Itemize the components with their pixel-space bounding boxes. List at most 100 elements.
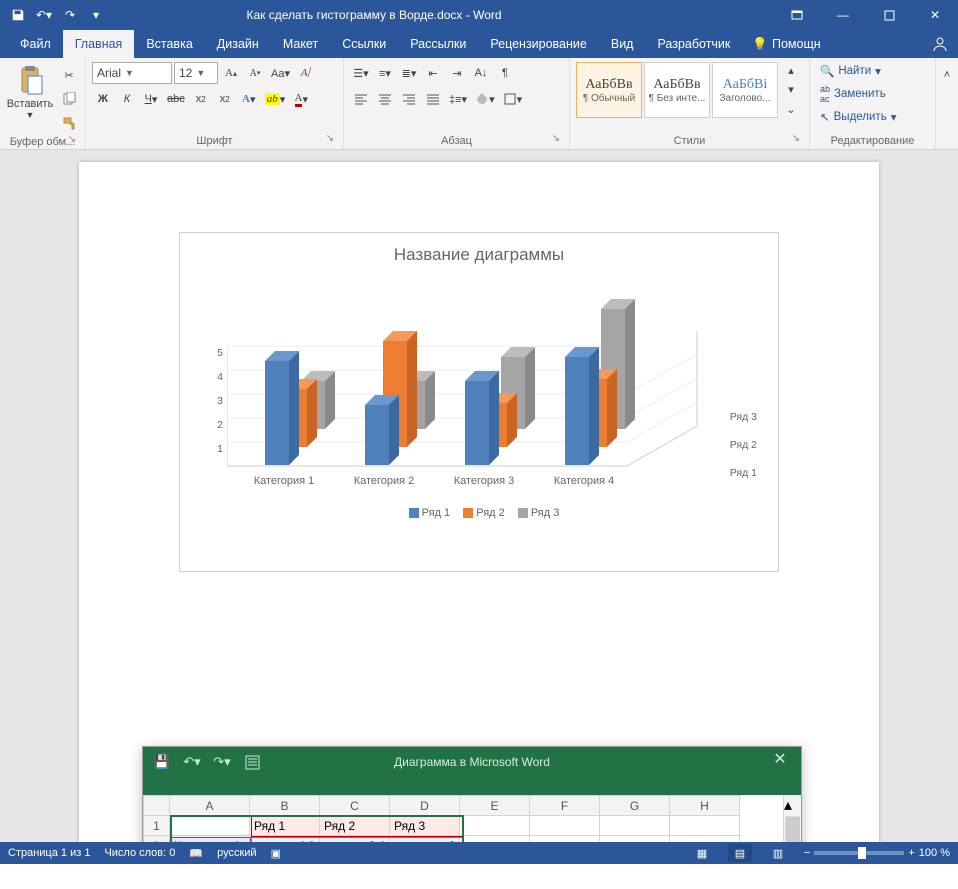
style-normal[interactable]: АаБбВв ¶ Обычный — [576, 62, 642, 118]
tab-design[interactable]: Дизайн — [205, 30, 271, 58]
tab-file[interactable]: Файл — [8, 30, 63, 58]
paste-button[interactable]: Вставить ▼ — [6, 62, 54, 122]
align-right-icon[interactable] — [398, 88, 420, 110]
close-icon[interactable]: ✕ — [912, 0, 958, 30]
font-size-combo[interactable]: 12▼ — [174, 62, 218, 84]
zoom-out-icon[interactable]: − — [804, 847, 810, 859]
numbering-icon[interactable]: ≡▾ — [374, 62, 396, 84]
font-launcher-icon[interactable]: ↘ — [323, 133, 337, 147]
cell[interactable] — [530, 816, 600, 836]
styles-more-icon[interactable]: ⌄ — [780, 101, 802, 117]
tell-me[interactable]: 💡Помощн — [742, 30, 830, 58]
shrink-font-icon[interactable]: A▾ — [244, 62, 266, 84]
status-page[interactable]: Страница 1 из 1 — [8, 847, 90, 859]
cell[interactable]: Ряд 1 — [250, 816, 320, 836]
zoom-value[interactable]: 100 % — [919, 847, 950, 859]
select-all-cell[interactable] — [144, 796, 170, 816]
strike-button[interactable]: abc — [164, 88, 188, 110]
tab-developer[interactable]: Разработчик — [645, 30, 742, 58]
excel-close-icon[interactable]: ✕ — [765, 749, 795, 771]
find-button[interactable]: 🔍Найти ▾ — [816, 62, 885, 80]
styles-launcher-icon[interactable]: ↘ — [789, 133, 803, 147]
xl-undo-icon[interactable]: ↶▾ — [181, 751, 203, 773]
view-web-icon[interactable]: ▥ — [766, 844, 790, 862]
chart-object[interactable]: Название диаграммы 1 2 3 4 5 Ряд 3 Ряд 2… — [179, 232, 779, 572]
cell[interactable]: Ряд 2 — [320, 816, 390, 836]
tab-mailings[interactable]: Рассылки — [398, 30, 478, 58]
cell[interactable] — [670, 816, 740, 836]
view-print-icon[interactable]: ▤ — [728, 844, 752, 862]
col-header[interactable]: G — [600, 796, 670, 816]
tab-review[interactable]: Рецензирование — [478, 30, 599, 58]
xl-redo-icon[interactable]: ↷▾ — [211, 751, 233, 773]
format-painter-icon[interactable] — [58, 112, 80, 134]
bold-button[interactable]: Ж — [92, 88, 114, 110]
cell[interactable] — [460, 816, 530, 836]
status-proofing-icon[interactable]: 📖 — [189, 847, 203, 860]
underline-button[interactable]: Ч▾ — [140, 88, 162, 110]
shading-icon[interactable]: ▾ — [472, 88, 498, 110]
subscript-icon[interactable]: x2 — [190, 88, 212, 110]
status-words[interactable]: Число слов: 0 — [104, 847, 175, 859]
superscript-icon[interactable]: x2 — [214, 88, 236, 110]
style-heading1[interactable]: АаБбВі Заголово... — [712, 62, 778, 118]
col-header[interactable]: D — [390, 796, 460, 816]
status-language[interactable]: русский — [217, 847, 256, 859]
bullets-icon[interactable]: ☰▾ — [350, 62, 372, 84]
borders-icon[interactable]: ▾ — [500, 88, 526, 110]
styles-scroll-up-icon[interactable]: ▴ — [780, 63, 802, 79]
col-header[interactable]: B — [250, 796, 320, 816]
save-icon[interactable] — [8, 5, 28, 25]
para-launcher-icon[interactable]: ↘ — [549, 133, 563, 147]
align-center-icon[interactable] — [374, 88, 396, 110]
ribbon-options-icon[interactable] — [774, 0, 820, 30]
tab-view[interactable]: Вид — [599, 30, 646, 58]
xl-save-icon[interactable]: 💾 — [151, 751, 173, 773]
show-marks-icon[interactable]: ¶ — [494, 62, 516, 84]
collapse-ribbon-icon[interactable]: ˄ — [936, 64, 958, 86]
scroll-up-icon[interactable]: ▴ — [784, 795, 801, 815]
excel-grid[interactable]: A B C D E F G H 1 Ряд 1 Ряд 2 Ряд 3 — [143, 795, 783, 842]
minimize-icon[interactable]: — — [820, 0, 866, 30]
zoom-control[interactable]: − + 100 % — [804, 847, 950, 859]
cell[interactable] — [600, 816, 670, 836]
excel-vscroll[interactable]: ▴ ▾ — [783, 795, 801, 842]
highlight-icon[interactable]: ab▾ — [262, 88, 289, 110]
status-macro-icon[interactable]: ▣ — [271, 847, 281, 860]
undo-icon[interactable]: ↶▾ — [34, 5, 54, 25]
tab-references[interactable]: Ссылки — [330, 30, 398, 58]
row-header[interactable]: 1 — [144, 816, 170, 836]
col-header[interactable]: A — [170, 796, 250, 816]
clear-format-icon[interactable]: A⧸ — [295, 62, 317, 84]
col-header[interactable]: H — [670, 796, 740, 816]
styles-scroll-down-icon[interactable]: ▾ — [780, 82, 802, 98]
redo-icon[interactable]: ↷ — [60, 5, 80, 25]
line-spacing-icon[interactable]: ‡≡▾ — [446, 88, 470, 110]
document-area[interactable]: Название диаграммы 1 2 3 4 5 Ряд 3 Ряд 2… — [0, 150, 958, 842]
replace-button[interactable]: abacЗаменить — [816, 82, 890, 106]
view-read-icon[interactable]: ▦ — [690, 844, 714, 862]
style-nospacing[interactable]: АаБбВв ¶ Без инте... — [644, 62, 710, 118]
col-header[interactable]: C — [320, 796, 390, 816]
zoom-in-icon[interactable]: + — [908, 847, 914, 859]
maximize-icon[interactable] — [866, 0, 912, 30]
align-left-icon[interactable] — [350, 88, 372, 110]
chart-data-window[interactable]: 💾 ↶▾ ↷▾ Диаграмма в Microsoft Word ✕ A B… — [142, 746, 802, 842]
justify-icon[interactable] — [422, 88, 444, 110]
zoom-slider[interactable] — [814, 851, 904, 855]
account-icon[interactable] — [922, 30, 958, 58]
font-name-combo[interactable]: Arial▼ — [92, 62, 172, 84]
select-button[interactable]: ↖Выделить ▾ — [816, 108, 900, 126]
cell[interactable] — [170, 816, 250, 836]
clipboard-launcher-icon[interactable]: ↘ — [65, 134, 79, 148]
font-color-icon[interactable]: A▾ — [290, 88, 312, 110]
sort-icon[interactable]: A↓ — [470, 62, 492, 84]
grow-font-icon[interactable]: A▴ — [220, 62, 242, 84]
change-case-icon[interactable]: Aa▾ — [268, 62, 293, 84]
xl-edit-icon[interactable] — [241, 751, 263, 773]
dec-indent-icon[interactable]: ⇤ — [422, 62, 444, 84]
col-header[interactable]: E — [460, 796, 530, 816]
cell[interactable]: Ряд 3 — [390, 816, 460, 836]
tab-layout[interactable]: Макет — [271, 30, 330, 58]
inc-indent-icon[interactable]: ⇥ — [446, 62, 468, 84]
